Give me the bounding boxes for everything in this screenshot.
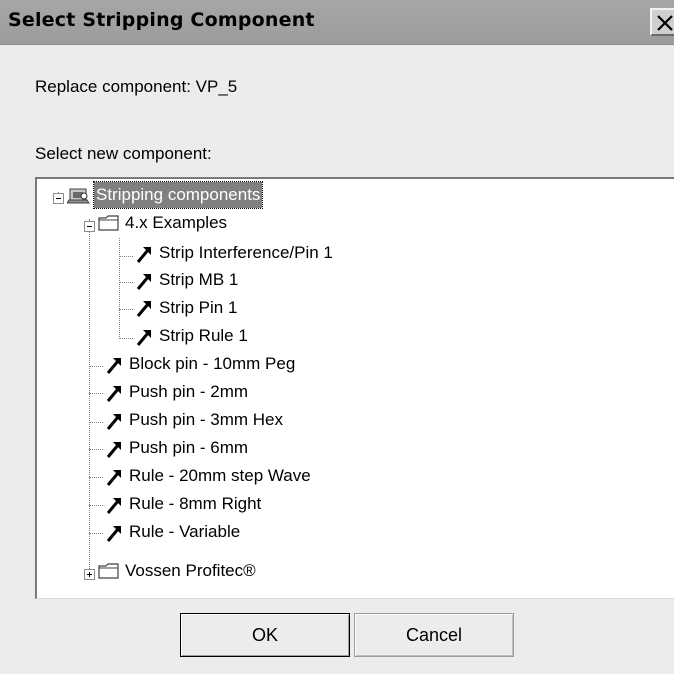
tree-connector bbox=[89, 449, 103, 450]
tree-node-label: Rule - Variable bbox=[129, 522, 241, 541]
tree-connector bbox=[119, 282, 133, 283]
tool-icon bbox=[106, 526, 121, 542]
tree-folder-4x-examples[interactable]: 4.x Examples bbox=[123, 210, 229, 236]
tree-item-strip-pin-1[interactable]: Strip Pin 1 bbox=[157, 295, 239, 321]
tree-node-label: Strip Interference/Pin 1 bbox=[159, 243, 333, 262]
tree-node-label: Vossen Profitec® bbox=[125, 561, 256, 580]
tool-icon bbox=[136, 247, 151, 263]
tree-item-strip-rule-1[interactable]: Strip Rule 1 bbox=[157, 323, 250, 349]
tree-connector bbox=[89, 477, 103, 478]
tree-node-label: Push pin - 2mm bbox=[129, 382, 249, 401]
tree-item-rule-variable[interactable]: Rule - Variable bbox=[127, 519, 242, 545]
tool-icon bbox=[106, 442, 121, 458]
tool-icon bbox=[136, 301, 151, 317]
tree-item-block-pin-10mm-peg[interactable]: Block pin - 10mm Peg bbox=[127, 351, 297, 377]
window-title: Select Stripping Component bbox=[8, 9, 315, 31]
tree-item-push-pin-2mm[interactable]: Push pin - 2mm bbox=[127, 379, 250, 405]
tree-node-label: Rule - 20mm step Wave bbox=[129, 466, 311, 485]
tree-connector bbox=[89, 219, 90, 575]
tree-connector bbox=[89, 505, 103, 506]
replace-component-label: Replace component: VP_5 bbox=[35, 77, 238, 96]
select-stripping-component-dialog: Select Stripping Component Replace compo… bbox=[0, 0, 674, 674]
tree-node-label: Rule - 8mm Right bbox=[129, 494, 262, 513]
tree-connector bbox=[119, 256, 133, 257]
tree-item-strip-interference-pin-1[interactable]: Strip Interference/Pin 1 bbox=[157, 240, 335, 266]
tree-connector bbox=[89, 533, 103, 534]
tree-item-push-pin-6mm[interactable]: Push pin - 6mm bbox=[127, 435, 250, 461]
tree-node-label: 4.x Examples bbox=[125, 213, 228, 232]
tree-connector bbox=[89, 422, 103, 423]
tree-item-rule-20mm-step-wave[interactable]: Rule - 20mm step Wave bbox=[127, 463, 313, 489]
close-icon bbox=[657, 15, 673, 31]
tool-icon bbox=[136, 330, 151, 346]
tree-node-label: Strip Pin 1 bbox=[159, 298, 238, 317]
close-button[interactable] bbox=[650, 8, 674, 36]
tree-item-strip-mb-1[interactable]: Strip MB 1 bbox=[157, 267, 240, 293]
tree-node-label: Push pin - 3mm Hex bbox=[129, 410, 283, 429]
title-bar[interactable]: Select Stripping Component bbox=[0, 0, 674, 45]
tree-node-label: Strip MB 1 bbox=[159, 270, 239, 289]
tool-icon bbox=[106, 358, 121, 374]
expand-toggle[interactable] bbox=[84, 569, 95, 580]
tool-icon bbox=[106, 498, 121, 514]
tool-icon bbox=[106, 414, 121, 430]
component-library-icon bbox=[67, 188, 90, 204]
tree-node-label: Strip Rule 1 bbox=[159, 326, 248, 345]
tool-icon bbox=[106, 386, 121, 402]
tree-connector bbox=[119, 309, 133, 310]
cancel-button[interactable]: Cancel bbox=[354, 613, 514, 657]
tree-connector bbox=[119, 238, 120, 339]
tree-connector bbox=[89, 366, 103, 367]
tree-node-label: Stripping components bbox=[92, 181, 264, 209]
tree-node-label: Block pin - 10mm Peg bbox=[129, 354, 296, 373]
tree-connector bbox=[89, 393, 103, 394]
tree-connector bbox=[119, 338, 133, 339]
collapse-toggle[interactable] bbox=[53, 193, 64, 204]
folder-icon bbox=[98, 563, 119, 579]
ok-button[interactable]: OK bbox=[180, 613, 350, 657]
select-new-component-label: Select new component: bbox=[35, 144, 212, 163]
tool-icon bbox=[136, 274, 151, 290]
folder-icon bbox=[98, 215, 119, 231]
tree-node-label: Push pin - 6mm bbox=[129, 438, 249, 457]
tree-item-rule-8mm-right[interactable]: Rule - 8mm Right bbox=[127, 491, 263, 517]
tree-item-push-pin-3mm-hex[interactable]: Push pin - 3mm Hex bbox=[127, 407, 285, 433]
collapse-toggle[interactable] bbox=[84, 221, 95, 232]
tool-icon bbox=[106, 470, 121, 486]
tree-folder-vossen-profitec[interactable]: Vossen Profitec® bbox=[123, 558, 258, 584]
tree-root-stripping-components[interactable]: Stripping components bbox=[92, 181, 264, 209]
component-tree[interactable]: Stripping components 4.x Examples Strip … bbox=[35, 177, 674, 599]
